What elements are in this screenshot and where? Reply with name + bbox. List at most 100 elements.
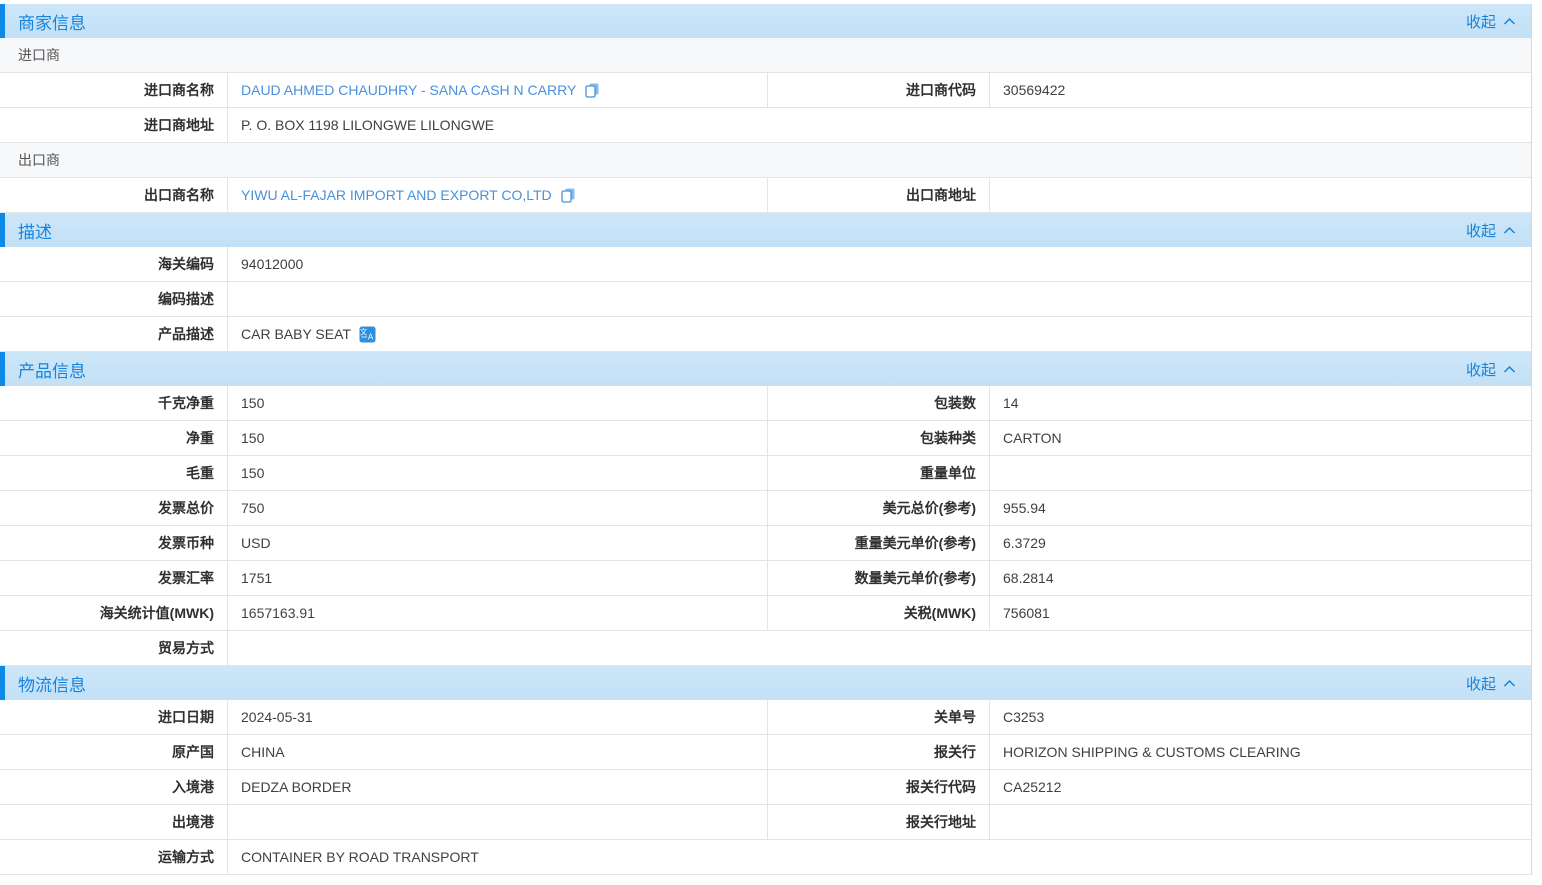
code-desc-label: 编码描述 [0, 282, 228, 316]
invoice-rate-label: 发票汇率 [0, 561, 228, 595]
customs-doc-no-label: 关单号 [768, 700, 990, 734]
broker-address-label: 报关行地址 [768, 805, 990, 839]
section-title-description: 描述 [18, 218, 52, 243]
transport-mode-label: 运输方式 [0, 840, 228, 874]
customs-value-label: 海关统计值(MWK) [0, 596, 228, 630]
copy-icon[interactable] [584, 82, 600, 98]
field-row-net-weight-kg: 千克净重 150 包装数 14 [0, 386, 1531, 421]
duty-value: 756081 [990, 596, 1531, 630]
chevron-up-icon [1503, 226, 1516, 235]
importer-code-label: 进口商代码 [768, 73, 990, 107]
group-label-importer: 进口商 [18, 45, 60, 65]
exporter-address-value [990, 178, 1531, 212]
invoice-total-value: 750 [228, 491, 768, 525]
customs-value-value: 1657163.91 [228, 596, 768, 630]
copy-icon[interactable] [560, 187, 576, 203]
hs-code-value: 94012000 [228, 247, 1531, 281]
collapse-label: 收起 [1466, 359, 1496, 380]
exporter-name-value: YIWU AL-FAJAR IMPORT AND EXPORT CO,LTD [228, 178, 768, 212]
chevron-up-icon [1503, 17, 1516, 26]
importer-address-label: 进口商地址 [0, 108, 228, 142]
svg-text:A: A [368, 332, 374, 341]
field-row-invoice-rate: 发票汇率 1751 数量美元单价(参考) 68.2814 [0, 561, 1531, 596]
package-count-value: 14 [990, 386, 1531, 420]
field-row-customs-value: 海关统计值(MWK) 1657163.91 关税(MWK) 756081 [0, 596, 1531, 631]
exit-port-label: 出境港 [0, 805, 228, 839]
broker-code-label: 报关行代码 [768, 770, 990, 804]
group-label-exporter: 出口商 [18, 150, 60, 170]
section-header-merchant: 商家信息 收起 [0, 4, 1531, 38]
field-row-importer-address: 进口商地址 P. O. BOX 1198 LILONGWE LILONGWE [0, 108, 1531, 143]
exporter-name-label: 出口商名称 [0, 178, 228, 212]
code-desc-value [228, 282, 1531, 316]
net-weight-value: 150 [228, 421, 768, 455]
collapse-label: 收起 [1466, 11, 1496, 32]
package-count-label: 包装数 [768, 386, 990, 420]
importer-name-label: 进口商名称 [0, 73, 228, 107]
collapse-button-logistics[interactable]: 收起 [1466, 673, 1516, 694]
usd-unit-price-qty-label: 数量美元单价(参考) [768, 561, 990, 595]
field-row-net-weight: 净重 150 包装种类 CARTON [0, 421, 1531, 456]
usd-unit-price-weight-value: 6.3729 [990, 526, 1531, 560]
collapse-button-product[interactable]: 收起 [1466, 359, 1516, 380]
field-row-hs-code: 海关编码 94012000 [0, 247, 1531, 282]
trade-mode-value [228, 631, 1531, 665]
origin-country-label: 原产国 [0, 735, 228, 769]
usd-total-label: 美元总价(参考) [768, 491, 990, 525]
chevron-up-icon [1503, 679, 1516, 688]
usd-unit-price-qty-value: 68.2814 [990, 561, 1531, 595]
usd-unit-price-weight-label: 重量美元单价(参考) [768, 526, 990, 560]
broker-code-value: CA25212 [990, 770, 1531, 804]
collapse-button-description[interactable]: 收起 [1466, 220, 1516, 241]
collapse-label: 收起 [1466, 220, 1496, 241]
importer-name-link[interactable]: DAUD AHMED CHAUDHRY - SANA CASH N CARRY [241, 82, 600, 98]
section-header-logistics: 物流信息 收起 [0, 666, 1531, 700]
exit-port-value [228, 805, 768, 839]
section-header-product: 产品信息 收起 [0, 352, 1531, 386]
product-desc-label: 产品描述 [0, 317, 228, 351]
hs-code-label: 海关编码 [0, 247, 228, 281]
field-row-importer-name: 进口商名称 DAUD AHMED CHAUDHRY - SANA CASH N … [0, 73, 1531, 108]
net-weight-label: 净重 [0, 421, 228, 455]
exporter-address-label: 出口商地址 [768, 178, 990, 212]
broker-address-value [990, 805, 1531, 839]
gross-weight-label: 毛重 [0, 456, 228, 490]
collapse-button-merchant[interactable]: 收起 [1466, 11, 1516, 32]
field-row-exit-port: 出境港 报关行地址 [0, 805, 1531, 840]
net-weight-kg-value: 150 [228, 386, 768, 420]
product-desc-value: CAR BABY SEAT 文A [228, 317, 1531, 351]
duty-label: 关税(MWK) [768, 596, 990, 630]
chevron-up-icon [1503, 365, 1516, 374]
weight-unit-label: 重量单位 [768, 456, 990, 490]
origin-country-value: CHINA [228, 735, 768, 769]
field-row-trade-mode: 贸易方式 [0, 631, 1531, 666]
invoice-currency-value: USD [228, 526, 768, 560]
trade-mode-label: 贸易方式 [0, 631, 228, 665]
translate-icon[interactable]: 文A [359, 326, 376, 343]
importer-name-value: DAUD AHMED CHAUDHRY - SANA CASH N CARRY [228, 73, 768, 107]
customs-doc-no-value: C3253 [990, 700, 1531, 734]
field-row-entry-port: 入境港 DEDZA BORDER 报关行代码 CA25212 [0, 770, 1531, 805]
group-row-importer: 进口商 [0, 38, 1531, 73]
import-date-label: 进口日期 [0, 700, 228, 734]
exporter-name-link[interactable]: YIWU AL-FAJAR IMPORT AND EXPORT CO,LTD [241, 187, 576, 203]
entry-port-value: DEDZA BORDER [228, 770, 768, 804]
entry-port-label: 入境港 [0, 770, 228, 804]
field-row-code-desc: 编码描述 [0, 282, 1531, 317]
field-row-import-date: 进口日期 2024-05-31 关单号 C3253 [0, 700, 1531, 735]
transport-mode-value: CONTAINER BY ROAD TRANSPORT [228, 840, 1531, 874]
invoice-rate-value: 1751 [228, 561, 768, 595]
customs-broker-label: 报关行 [768, 735, 990, 769]
collapse-label: 收起 [1466, 673, 1496, 694]
section-title-logistics: 物流信息 [18, 671, 86, 696]
importer-address-value: P. O. BOX 1198 LILONGWE LILONGWE [228, 108, 1531, 142]
field-row-invoice-currency: 发票币种 USD 重量美元单价(参考) 6.3729 [0, 526, 1531, 561]
field-row-invoice-total: 发票总价 750 美元总价(参考) 955.94 [0, 491, 1531, 526]
weight-unit-value [990, 456, 1531, 490]
section-title-merchant: 商家信息 [18, 9, 86, 34]
field-row-exporter-name: 出口商名称 YIWU AL-FAJAR IMPORT AND EXPORT CO… [0, 178, 1531, 213]
svg-text:文: 文 [360, 327, 367, 336]
section-header-description: 描述 收起 [0, 213, 1531, 247]
customs-broker-value: HORIZON SHIPPING & CUSTOMS CLEARING [990, 735, 1531, 769]
import-date-value: 2024-05-31 [228, 700, 768, 734]
